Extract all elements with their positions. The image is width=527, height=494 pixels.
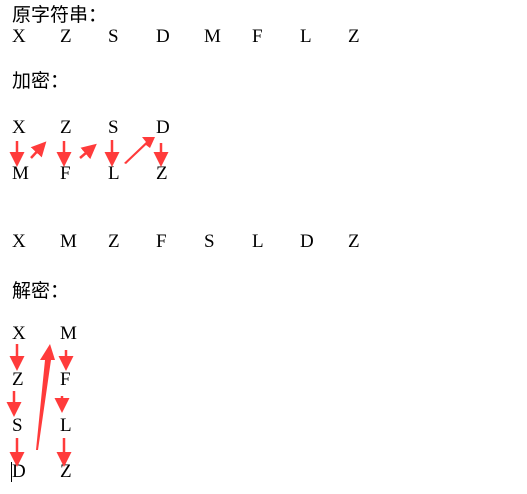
big-up-arrow-encrypt (124, 137, 155, 164)
arrow (30, 141, 47, 159)
arrow-layer (6, 137, 169, 467)
big-up-arrow-decrypt (36, 344, 55, 450)
arrow (79, 143, 97, 160)
